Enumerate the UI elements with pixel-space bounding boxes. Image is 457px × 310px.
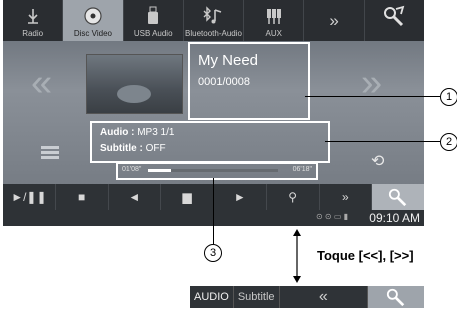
source-label: Radio: [22, 29, 44, 38]
audio-button[interactable]: AUDIO: [190, 286, 234, 308]
more-controls-button[interactable]: »: [320, 184, 373, 210]
search-button[interactable]: ⚲: [267, 184, 320, 210]
now-playing-info: My Need 0001/0008: [188, 42, 310, 120]
alternate-control-bar: AUDIO Subtitle «: [190, 286, 424, 308]
track-title: My Need: [198, 52, 259, 69]
audio-subtitle-info: Audio : MP3 1/1 Subtitle : OFF: [90, 121, 330, 163]
source-usb-audio-button[interactable]: USB Audio: [124, 0, 184, 41]
usb-icon: [124, 5, 183, 27]
source-aux-button[interactable]: AUX: [244, 0, 305, 41]
audio-label: Audio :: [100, 127, 135, 138]
source-label: Disc Video: [73, 29, 112, 38]
source-label: AUX: [265, 29, 282, 38]
folder-button[interactable]: ▆: [161, 184, 214, 210]
source-disc-video-button[interactable]: Disc Video: [63, 0, 124, 41]
callout-1: 1: [440, 88, 457, 106]
next-button[interactable]: ►: [214, 184, 267, 210]
more-controls-icon: »: [342, 190, 349, 204]
subtitle-button[interactable]: Subtitle: [234, 286, 280, 308]
stop-icon: ■: [78, 190, 86, 204]
aux-icon: [244, 5, 303, 27]
elapsed-time: 01'08": [122, 166, 142, 173]
previous-button[interactable]: ◄: [109, 184, 162, 210]
search-icon: ⚲: [288, 190, 298, 204]
folder-icon: ▆: [182, 190, 192, 204]
source-bluetooth-audio-button[interactable]: Bluetooth-Audio: [184, 0, 245, 41]
more-sources-icon: »: [329, 11, 339, 30]
subtitle-value: OFF: [145, 143, 166, 154]
double-arrow-icon: [293, 229, 301, 283]
source-label: Bluetooth-Audio: [185, 29, 242, 38]
callout-line-1: [305, 96, 440, 97]
more-sources-button[interactable]: »: [304, 0, 365, 41]
previous-icon: ◄: [128, 190, 141, 204]
callout-line-2: [325, 141, 440, 142]
settings-shortcut-button[interactable]: [372, 184, 424, 210]
repeat-icon[interactable]: ⟲: [371, 151, 384, 171]
video-thumbnail: [86, 54, 183, 114]
progress-bar: 01'08" 06'18": [116, 162, 318, 180]
next-icon: ►: [233, 190, 246, 204]
skip-back-icon[interactable]: «: [31, 62, 52, 105]
play-pause-button[interactable]: ►/❚❚: [3, 184, 56, 210]
track-number: 0001/0008: [198, 76, 250, 88]
bluetooth-audio-icon: [184, 5, 243, 27]
progress-fill: [148, 169, 172, 172]
tap-instruction: Toque [<<], [>>]: [317, 248, 414, 263]
settings-button[interactable]: [365, 0, 424, 41]
list-icon[interactable]: [41, 146, 59, 160]
stop-button[interactable]: ■: [56, 184, 109, 210]
back-arrow-button[interactable]: «: [280, 286, 368, 308]
settings-icon: [386, 288, 405, 307]
play-pause-icon: ►/❚❚: [11, 190, 47, 204]
status-icons: ⊙ ⊙ ▭ ▮: [316, 212, 349, 221]
callout-2: 2: [440, 133, 457, 151]
skip-forward-icon[interactable]: »: [361, 62, 382, 105]
total-time: 06'18": [292, 166, 312, 173]
callout-line-3: [213, 178, 214, 244]
radio-antenna-icon: [3, 5, 62, 27]
settings-icon: [389, 188, 407, 207]
audio-line: Audio : MP3 1/1: [100, 127, 174, 138]
source-label: USB Audio: [133, 29, 173, 38]
subtitle-label: Subtitle :: [100, 143, 143, 154]
settings-icon: [365, 5, 424, 27]
callout-3: 3: [204, 244, 222, 262]
disc-icon: [63, 5, 122, 27]
progress-track: [148, 169, 278, 172]
subtitle-line: Subtitle : OFF: [100, 143, 166, 154]
settings-shortcut-button[interactable]: [368, 286, 424, 308]
source-bar: Radio Disc Video USB Audio Bluetooth-Aud…: [3, 0, 424, 41]
audio-value: MP3 1/1: [137, 127, 175, 138]
clock: 09:10 AM: [369, 211, 420, 225]
source-radio-button[interactable]: Radio: [3, 0, 64, 41]
